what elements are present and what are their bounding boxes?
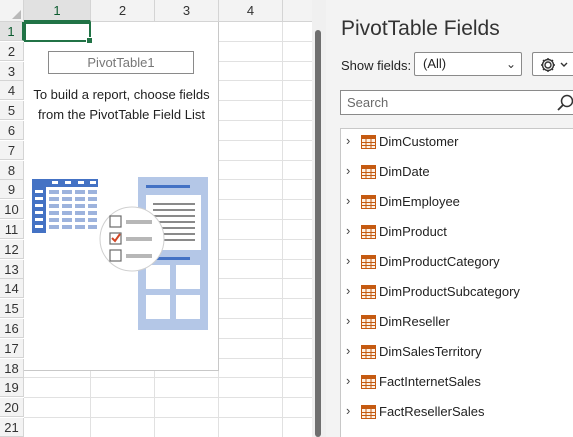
pivot-illustration: [32, 177, 208, 330]
pivot-instruction-text: To build a report, choose fields from th…: [24, 85, 219, 125]
pivot-instruction-line-1: To build a report, choose fields: [33, 87, 210, 102]
row-header-20[interactable]: 20: [0, 398, 24, 418]
row-header-17[interactable]: 17: [0, 338, 24, 358]
row-header-2[interactable]: 2: [0, 41, 24, 61]
spreadsheet-grid[interactable]: 1 2 3 4 1 2 3 4 5 6 7 8 9 10 11 12 13 14 15 16 17 18 19 20 2…: [0, 0, 312, 437]
row-header-13[interactable]: 13: [0, 259, 24, 279]
select-all-corner[interactable]: [0, 0, 24, 22]
row-header-15[interactable]: 15: [0, 299, 24, 319]
row-header-12[interactable]: 12: [0, 239, 24, 259]
show-fields-label: Show fields:: [341, 58, 412, 73]
row-header-3[interactable]: 3: [0, 61, 24, 81]
chevron-right-icon[interactable]: ›: [346, 193, 350, 208]
row-header-11[interactable]: 11: [0, 220, 24, 239]
table-icon: [361, 255, 376, 269]
row-header-16[interactable]: 16: [0, 319, 24, 338]
field-name: DimProductCategory: [379, 254, 500, 269]
chevron-right-icon[interactable]: ›: [346, 283, 350, 298]
chevron-right-icon[interactable]: ›: [346, 163, 350, 178]
show-fields-value: (All): [423, 56, 447, 71]
field-item[interactable]: › DimProduct: [341, 221, 573, 243]
chevron-right-icon[interactable]: ›: [346, 133, 350, 148]
field-list[interactable]: › DimCustomer › DimDate › DimEmployee › DimProd…: [340, 128, 573, 437]
field-name: DimSalesTerritory: [379, 344, 482, 359]
table-icon: [361, 285, 376, 299]
row-header-7[interactable]: 7: [0, 140, 24, 160]
table-icon: [361, 375, 376, 389]
row-header-9[interactable]: 9: [0, 180, 24, 200]
table-icon: [361, 315, 376, 329]
chevron-down-icon: ⌄: [505, 57, 516, 71]
search-icon[interactable]: [557, 94, 573, 112]
chevron-right-icon[interactable]: ›: [346, 313, 350, 328]
field-item[interactable]: › FactResellerSales: [341, 401, 573, 423]
chevron-right-icon[interactable]: ›: [346, 403, 350, 418]
table-icon: [361, 135, 376, 149]
field-item[interactable]: › DimSalesTerritory: [341, 341, 573, 363]
field-item[interactable]: › DimCustomer: [341, 131, 573, 153]
field-name: DimProductSubcategory: [379, 284, 520, 299]
field-settings-button[interactable]: [532, 52, 573, 76]
pivot-table-name: PivotTable1: [48, 51, 194, 74]
row-header-1[interactable]: 1: [0, 22, 24, 41]
pivot-instruction-line-2: from the PivotTable Field List: [38, 107, 205, 122]
column-header-1[interactable]: 1: [24, 0, 91, 22]
field-item[interactable]: › FactInternetSales: [341, 371, 573, 393]
row-header-19[interactable]: 19: [0, 378, 24, 398]
field-item[interactable]: › DimProductSubcategory: [341, 281, 573, 303]
table-icon: [361, 225, 376, 239]
column-header-4[interactable]: 4: [219, 0, 283, 22]
sheet-scrollbar-thumb[interactable]: [315, 30, 321, 437]
table-icon: [361, 195, 376, 209]
field-name: FactInternetSales: [379, 374, 481, 389]
field-name: DimCustomer: [379, 134, 459, 149]
row-header-14[interactable]: 14: [0, 279, 24, 299]
pane-title: PivotTable Fields: [341, 17, 500, 40]
field-name: DimDate: [379, 164, 430, 179]
chevron-right-icon[interactable]: ›: [346, 373, 350, 388]
gear-icon: [541, 58, 568, 72]
field-item[interactable]: › DimReseller: [341, 311, 573, 333]
row-header-10[interactable]: 10: [0, 200, 24, 220]
pivot-table-placeholder[interactable]: PivotTable1 To build a report, choose fi…: [24, 22, 219, 371]
row-header-8[interactable]: 8: [0, 160, 24, 180]
pivottable-fields-pane: PivotTable Fields Show fields: (All) ⌄ S…: [326, 0, 573, 437]
table-graphic: [32, 179, 98, 233]
table-icon: [361, 345, 376, 359]
active-cell-1-1[interactable]: [24, 22, 93, 44]
table-icon: [361, 405, 376, 419]
chevron-right-icon[interactable]: ›: [346, 253, 350, 268]
field-name: FactResellerSales: [379, 404, 485, 419]
search-input[interactable]: Search: [340, 90, 573, 115]
checkbox-list-graphic: [99, 206, 165, 272]
column-header-5[interactable]: [283, 0, 312, 22]
field-name: DimProduct: [379, 224, 447, 239]
row-header-6[interactable]: 6: [0, 121, 24, 140]
row-header-5[interactable]: 5: [0, 101, 24, 121]
field-item[interactable]: › DimProductCategory: [341, 251, 573, 273]
column-header-3[interactable]: 3: [155, 0, 219, 22]
table-icon: [361, 165, 376, 179]
field-item[interactable]: › DimEmployee: [341, 191, 573, 213]
chevron-right-icon[interactable]: ›: [346, 343, 350, 358]
field-item[interactable]: › DimDate: [341, 161, 573, 183]
chevron-right-icon[interactable]: ›: [346, 223, 350, 238]
row-header-4[interactable]: 4: [0, 81, 24, 101]
field-name: DimEmployee: [379, 194, 460, 209]
row-header-18[interactable]: 18: [0, 358, 24, 378]
chevron-down-icon: [560, 62, 568, 67]
row-header-21[interactable]: 21: [0, 418, 24, 437]
field-name: DimReseller: [379, 314, 450, 329]
show-fields-dropdown[interactable]: (All) ⌄: [414, 52, 522, 76]
column-header-2[interactable]: 2: [91, 0, 155, 22]
